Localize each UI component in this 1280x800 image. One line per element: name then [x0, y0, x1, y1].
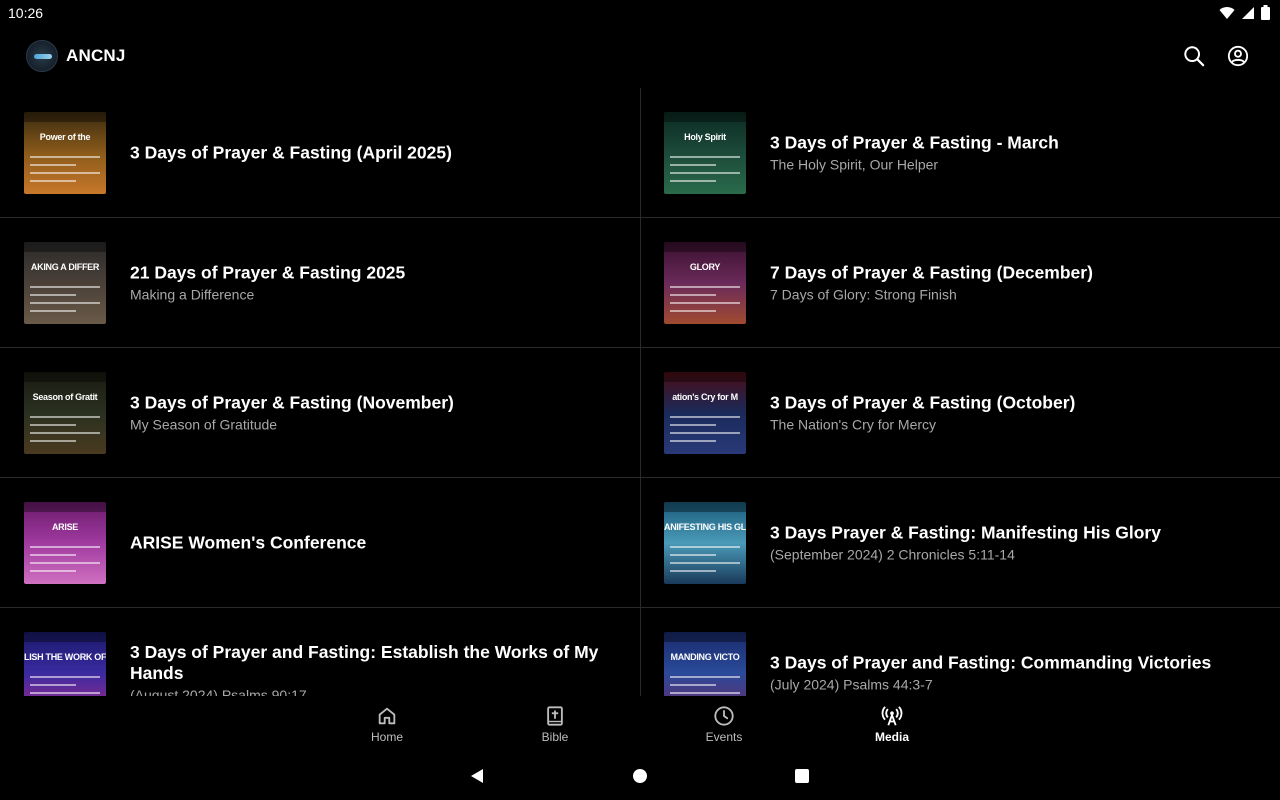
media-item-text: 3 Days of Prayer & Fasting (October) The … — [770, 392, 1240, 433]
media-item-subtitle: Making a Difference — [130, 286, 255, 302]
media-item-title: 7 Days of Prayer & Fasting (December) — [770, 262, 1093, 282]
account-button[interactable] — [1225, 43, 1251, 69]
media-item-subtitle: My Season of Gratitude — [130, 416, 278, 432]
media-item-text: 3 Days of Prayer & Fasting (November) My … — [130, 392, 600, 433]
nav-media-label: Media — [874, 730, 909, 744]
clock-icon — [714, 706, 734, 726]
thumbnail-title-text: AKING A DIFFER — [30, 262, 100, 272]
broadcast-icon — [881, 706, 903, 726]
media-item[interactable]: ation's Cry for M 3 Days of Prayer & Fast… — [641, 348, 1280, 478]
media-item-title: 3 Days of Prayer & Fasting (November) — [130, 392, 454, 412]
media-item-title: 3 Days of Prayer and Fasting: Establish … — [130, 641, 599, 683]
media-thumbnail: MANDING VICTO — [664, 632, 746, 696]
media-thumbnail: Power of the — [24, 112, 106, 194]
church-logo-icon — [26, 40, 58, 72]
thumbnail-title-text: ANIFESTING HIS GLO — [664, 522, 746, 532]
account-circle-icon — [1227, 45, 1249, 67]
home-icon — [378, 707, 396, 725]
system-navigation-bar — [0, 752, 1280, 800]
media-thumbnail: GLORY — [664, 242, 746, 324]
nav-home-label: Home — [370, 730, 403, 744]
media-item[interactable]: AKING A DIFFER 21 Days of Prayer & Fastin… — [0, 218, 640, 348]
status-time: 10:26 — [8, 5, 44, 21]
thumbnail-title-text: ation's Cry for M — [672, 392, 738, 402]
nav-media[interactable]: Media — [832, 696, 952, 752]
media-item-text: ARISE Women's Conference — [130, 532, 600, 553]
system-home-button[interactable] — [630, 766, 650, 786]
media-item-text: 3 Days of Prayer and Fasting: Establish … — [130, 642, 600, 697]
recents-square-icon — [795, 769, 809, 783]
media-item-text: 21 Days of Prayer & Fasting 2025 Making a… — [130, 262, 600, 303]
media-item-text: 3 Days Prayer & Fasting: Manifesting His… — [770, 522, 1240, 563]
media-item-title: 3 Days of Prayer & Fasting - March — [770, 132, 1059, 152]
media-thumbnail: Holy Spirit — [664, 112, 746, 194]
thumbnail-title-text: Season of Gratit — [32, 392, 98, 402]
media-item-text: 3 Days of Prayer & Fasting (April 2025) — [130, 142, 600, 163]
media-item-subtitle: (August 2024) Psalms 90:17 — [130, 686, 307, 697]
status-icons — [1219, 5, 1270, 20]
home-circle-icon — [633, 769, 647, 783]
media-thumbnail: ANIFESTING HIS GLO — [664, 502, 746, 584]
media-item[interactable]: ANIFESTING HIS GLO 3 Days Prayer & Fastin… — [641, 478, 1280, 608]
bottom-navigation: Home Bible Events Media — [0, 696, 1280, 752]
media-thumbnail: AKING A DIFFER — [24, 242, 106, 324]
media-item[interactable]: LISH THE WORK OF M 3 Days of Prayer and F… — [0, 608, 640, 696]
status-bar: 10:26 — [0, 0, 1280, 26]
thumbnail-title-text: LISH THE WORK OF M — [24, 652, 106, 662]
media-item-title: 3 Days of Prayer & Fasting (October) — [770, 392, 1076, 412]
thumbnail-title-text: Holy Spirit — [684, 132, 726, 142]
media-item[interactable]: MANDING VICTO 3 Days of Prayer and Fastin… — [641, 608, 1280, 696]
app-bar: ANCNJ — [0, 26, 1280, 88]
media-item-text: 3 Days of Prayer and Fasting: Commanding… — [770, 652, 1240, 693]
app-title: ANCNJ — [66, 46, 126, 65]
battery-icon — [1261, 5, 1270, 20]
media-thumbnail: ation's Cry for M — [664, 372, 746, 454]
media-item-subtitle: 7 Days of Glory: Strong Finish — [770, 286, 957, 302]
system-recents-button[interactable] — [792, 766, 812, 786]
thumbnail-title-text: MANDING VICTO — [670, 652, 740, 662]
media-list[interactable]: Power of the 3 Days of Prayer & Fasting (… — [0, 88, 1280, 696]
cell-signal-icon — [1241, 6, 1255, 20]
thumbnail-title-text: Power of the — [39, 132, 91, 142]
nav-bible[interactable]: Bible — [495, 696, 615, 752]
media-item-title: 3 Days of Prayer & Fasting (April 2025) — [130, 142, 452, 162]
media-item[interactable]: Power of the 3 Days of Prayer & Fasting (… — [0, 88, 640, 218]
search-button[interactable] — [1181, 43, 1207, 69]
media-item-title: 21 Days of Prayer & Fasting 2025 — [130, 262, 406, 282]
system-back-button[interactable] — [467, 766, 487, 786]
search-icon — [1184, 46, 1205, 67]
media-item-title: 3 Days of Prayer and Fasting: Commanding… — [770, 652, 1212, 672]
media-item[interactable]: Season of Gratit 3 Days of Prayer & Fasti… — [0, 348, 640, 478]
media-item-text: 7 Days of Prayer & Fasting (December) 7 D… — [770, 262, 1240, 303]
nav-events[interactable]: Events — [664, 696, 784, 752]
nav-home[interactable]: Home — [327, 696, 447, 752]
media-item-subtitle: (September 2024) 2 Chronicles 5:11-14 — [770, 546, 1015, 562]
media-thumbnail: ARISE — [24, 502, 106, 584]
bible-icon — [547, 706, 563, 726]
thumbnail-title-text: GLORY — [689, 262, 721, 272]
media-item[interactable]: GLORY 7 Days of Prayer & Fasting (Decembe… — [641, 218, 1280, 348]
media-item-subtitle: The Nation's Cry for Mercy — [770, 416, 937, 432]
media-item-title: 3 Days Prayer & Fasting: Manifesting His… — [770, 522, 1161, 542]
media-thumbnail: LISH THE WORK OF M — [24, 632, 106, 696]
media-item[interactable]: ARISE ARISE Women's Conference — [0, 478, 640, 608]
media-item-subtitle: The Holy Spirit, Our Helper — [770, 156, 939, 172]
media-item-subtitle: (July 2024) Psalms 44:3-7 — [770, 676, 933, 692]
media-item-text: 3 Days of Prayer & Fasting - March The Ho… — [770, 132, 1240, 173]
nav-bible-label: Bible — [541, 730, 569, 744]
media-thumbnail: Season of Gratit — [24, 372, 106, 454]
media-item-title: ARISE Women's Conference — [130, 532, 367, 552]
media-item[interactable]: Holy Spirit 3 Days of Prayer & Fasting - … — [641, 88, 1280, 218]
nav-events-label: Events — [705, 730, 743, 744]
back-triangle-icon — [471, 769, 483, 783]
thumbnail-title-text: ARISE — [51, 522, 78, 532]
wifi-icon — [1219, 6, 1235, 20]
